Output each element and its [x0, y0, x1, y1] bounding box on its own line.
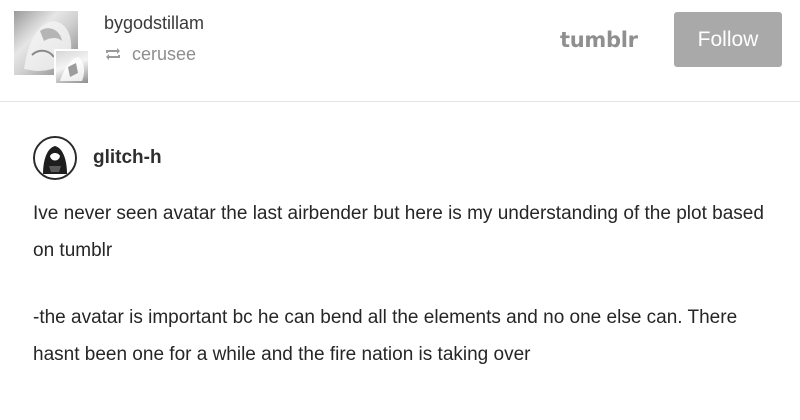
reblog-source-avatar[interactable]: [54, 49, 90, 85]
reblog-source: cerusee: [104, 44, 196, 64]
header-divider: [0, 101, 800, 102]
reblog-icon: [104, 47, 122, 61]
post-author: glitch-h: [33, 136, 162, 180]
tumblr-logo[interactable]: tumblr: [560, 28, 638, 52]
post-paragraph: Ive never seen avatar the last airbender…: [33, 203, 764, 261]
blog-username[interactable]: bygodstillam: [104, 13, 204, 34]
author-name[interactable]: glitch-h: [93, 147, 162, 169]
follow-button[interactable]: Follow: [674, 12, 782, 67]
post-paragraph: -the avatar is important bc he can bend …: [33, 307, 738, 365]
post-header: bygodstillam cerusee tumblr Follow: [0, 0, 800, 101]
avatar-stack[interactable]: [14, 11, 90, 85]
reblog-source-name[interactable]: cerusee: [132, 44, 196, 65]
author-avatar[interactable]: [33, 136, 77, 180]
tumblr-post-card: bygodstillam cerusee tumblr Follow glitc…: [0, 0, 800, 420]
